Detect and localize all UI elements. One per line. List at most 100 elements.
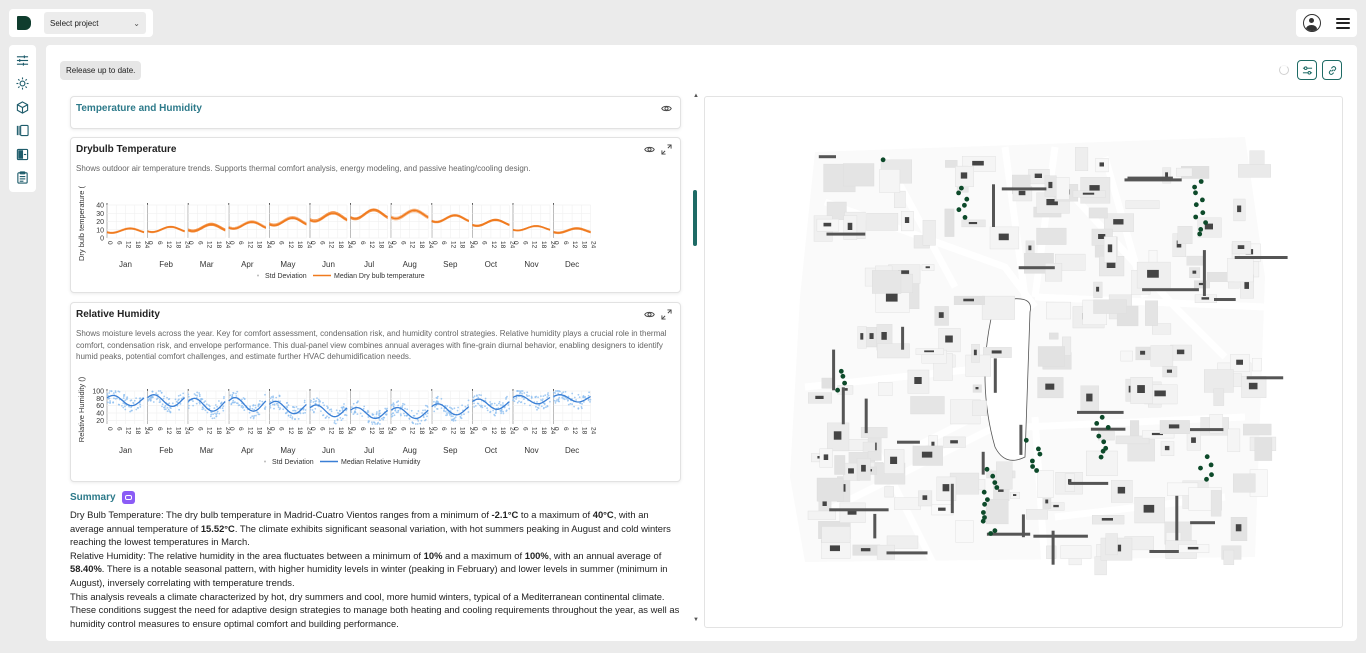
panels-icon[interactable] [13, 122, 33, 141]
x-tick-label: 0 [309, 427, 316, 431]
courtyard-shadow [885, 293, 898, 302]
share-link-button[interactable] [1322, 60, 1342, 80]
building [1227, 258, 1254, 283]
data-point [203, 401, 206, 404]
building [1088, 207, 1108, 219]
tree [962, 202, 967, 208]
app-logo[interactable] [16, 15, 32, 31]
building [1177, 226, 1193, 245]
data-point [575, 399, 577, 401]
x-tick-label: 12 [571, 427, 578, 435]
menu-icon[interactable] [1335, 17, 1350, 29]
data-point [278, 408, 281, 411]
month-label: Dec [565, 260, 579, 269]
data-point [516, 401, 519, 404]
data-point [542, 407, 545, 410]
y-tick-label: 60 [96, 403, 104, 410]
building [1130, 420, 1140, 436]
x-tick-label: 12 [531, 427, 538, 435]
chevron-down-icon: ⌄ [133, 18, 140, 28]
x-tick-label: 12 [490, 241, 497, 249]
data-point [291, 417, 294, 420]
building [843, 163, 875, 187]
courtyard-shadow [1086, 393, 1093, 402]
data-point [139, 403, 142, 406]
y-tick-label: 40 [96, 411, 104, 418]
building [955, 520, 974, 543]
x-tick-label: 6 [562, 241, 569, 245]
city-model[interactable] [705, 97, 1343, 628]
building [884, 486, 894, 498]
x-tick-label: 6 [440, 241, 447, 245]
data-point [544, 394, 547, 397]
data-point [170, 407, 172, 409]
data-point [178, 398, 180, 401]
x-tick-label: 0 [309, 241, 316, 245]
data-point [223, 396, 225, 398]
clipboard-icon[interactable] [13, 169, 33, 188]
data-point [391, 412, 394, 415]
layout-icon[interactable] [13, 145, 33, 164]
data-point [376, 423, 378, 425]
x-tick-label: 12 [206, 427, 213, 435]
data-point [426, 412, 429, 415]
data-point [343, 403, 345, 405]
data-point [107, 401, 109, 404]
building [816, 477, 844, 502]
project-select[interactable]: Select project ⌄ [44, 12, 146, 34]
scroll-down-arrow-icon[interactable]: ▼ [693, 617, 699, 623]
courtyard-shadow [1147, 269, 1159, 278]
data-point [562, 391, 565, 394]
x-tick-label: 12 [328, 427, 335, 435]
scroll-up-arrow-icon[interactable]: ▲ [693, 93, 699, 99]
data-point [386, 407, 388, 410]
courtyard-shadow [848, 468, 854, 474]
data-point [177, 395, 180, 397]
analysis-pane[interactable]: Temperature and Humidity Drybulb Tempera… [60, 92, 701, 631]
tree [994, 485, 1000, 490]
x-tick-label: 0 [350, 241, 357, 245]
month-label: Feb [159, 260, 173, 269]
building-edge [1190, 428, 1224, 432]
data-point [196, 391, 198, 394]
data-point [152, 401, 155, 403]
drybulb-chart: Dry bulb temperature (0102030400 6 12 18 24J… [77, 185, 597, 280]
data-point [167, 408, 170, 411]
x-tick-label: 6 [399, 427, 406, 431]
building [1186, 255, 1204, 266]
courtyard-shadow [968, 222, 978, 225]
data-point [294, 418, 296, 421]
city-3d-viewer[interactable] [704, 96, 1343, 628]
data-point [336, 419, 339, 421]
filter-settings-button[interactable] [1297, 60, 1317, 80]
data-point [562, 397, 565, 400]
building-edge [1077, 410, 1124, 414]
scrollbar-thumb[interactable] [693, 190, 697, 246]
user-avatar-icon[interactable] [1303, 14, 1322, 32]
building-edge [950, 483, 954, 514]
data-point [376, 411, 378, 413]
building-edge [1149, 550, 1179, 553]
sliders-icon[interactable] [13, 51, 33, 70]
data-point [587, 394, 590, 397]
tree [984, 466, 990, 472]
eye-icon[interactable] [661, 103, 672, 114]
data-point [467, 411, 470, 413]
data-point [238, 404, 241, 406]
release-status-badge: Release up to date. [60, 61, 142, 80]
data-point [569, 402, 572, 405]
data-point [473, 406, 475, 408]
courtyard-shadow [1113, 219, 1124, 225]
cube-icon[interactable] [13, 98, 33, 117]
data-point [435, 400, 438, 403]
data-point [359, 412, 362, 415]
tree [956, 190, 961, 196]
month-label: Nov [524, 446, 538, 455]
data-point [271, 399, 274, 401]
courtyard-shadow [1013, 494, 1017, 496]
data-point [133, 399, 136, 402]
data-point [118, 403, 121, 406]
courtyard-shadow [1096, 286, 1100, 292]
building [1049, 332, 1059, 340]
sun-icon[interactable] [13, 75, 33, 94]
